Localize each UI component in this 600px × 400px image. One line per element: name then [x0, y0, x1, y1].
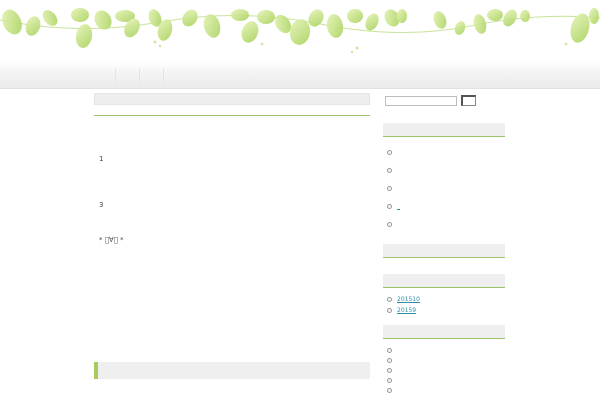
nav-item-1[interactable]	[92, 68, 116, 82]
archive-item: 201510	[387, 295, 420, 304]
bullet-icon	[387, 348, 392, 353]
list-item	[387, 356, 397, 365]
post-title-bar	[94, 93, 370, 105]
site-header	[0, 0, 600, 89]
bullet-icon	[387, 150, 392, 155]
main-nav	[92, 68, 164, 82]
bullet-icon	[387, 378, 392, 383]
bullet-icon	[387, 368, 392, 373]
nav-item-3[interactable]	[140, 68, 164, 82]
leaf-garland-decoration	[0, 8, 600, 54]
archive-link[interactable]: 201510	[397, 295, 420, 304]
bullet-icon	[387, 204, 392, 209]
widget-header-1	[383, 123, 505, 137]
bullet-icon	[387, 388, 392, 393]
list-item: _	[387, 202, 400, 211]
list-item	[387, 376, 397, 385]
list-item	[387, 346, 397, 355]
search-button[interactable]	[461, 95, 476, 106]
list-item	[387, 220, 397, 229]
bullet-icon	[387, 297, 392, 302]
next-post-bar	[94, 362, 370, 379]
widget-header-2	[383, 244, 505, 258]
bullet-icon	[387, 186, 392, 191]
search-input[interactable]	[385, 95, 457, 106]
post-body: 1 3 * ゚∀゚ *	[94, 116, 370, 356]
bullet-icon	[387, 222, 392, 227]
bullet-icon	[387, 168, 392, 173]
nav-item-2[interactable]	[116, 68, 140, 82]
list-item	[387, 148, 397, 157]
list-item	[387, 366, 397, 375]
search-form	[385, 94, 476, 107]
bullet-icon	[387, 308, 392, 313]
list-item	[387, 166, 397, 175]
list-item	[387, 184, 397, 193]
archive-link[interactable]: 20159	[397, 306, 416, 315]
archive-item: 20159	[387, 306, 416, 315]
post-text-line-1: 1	[99, 155, 104, 163]
post-text-line-3: * ゚∀゚ *	[99, 236, 124, 244]
bullet-icon	[387, 358, 392, 363]
list-item	[387, 386, 397, 395]
widget-header-4	[383, 325, 505, 339]
post-text-line-2: 3	[99, 201, 104, 209]
main-content: 1 3 * ゚∀゚ *	[94, 93, 370, 356]
sidebar-link[interactable]: _	[397, 202, 400, 211]
widget-header-archives	[383, 274, 505, 288]
